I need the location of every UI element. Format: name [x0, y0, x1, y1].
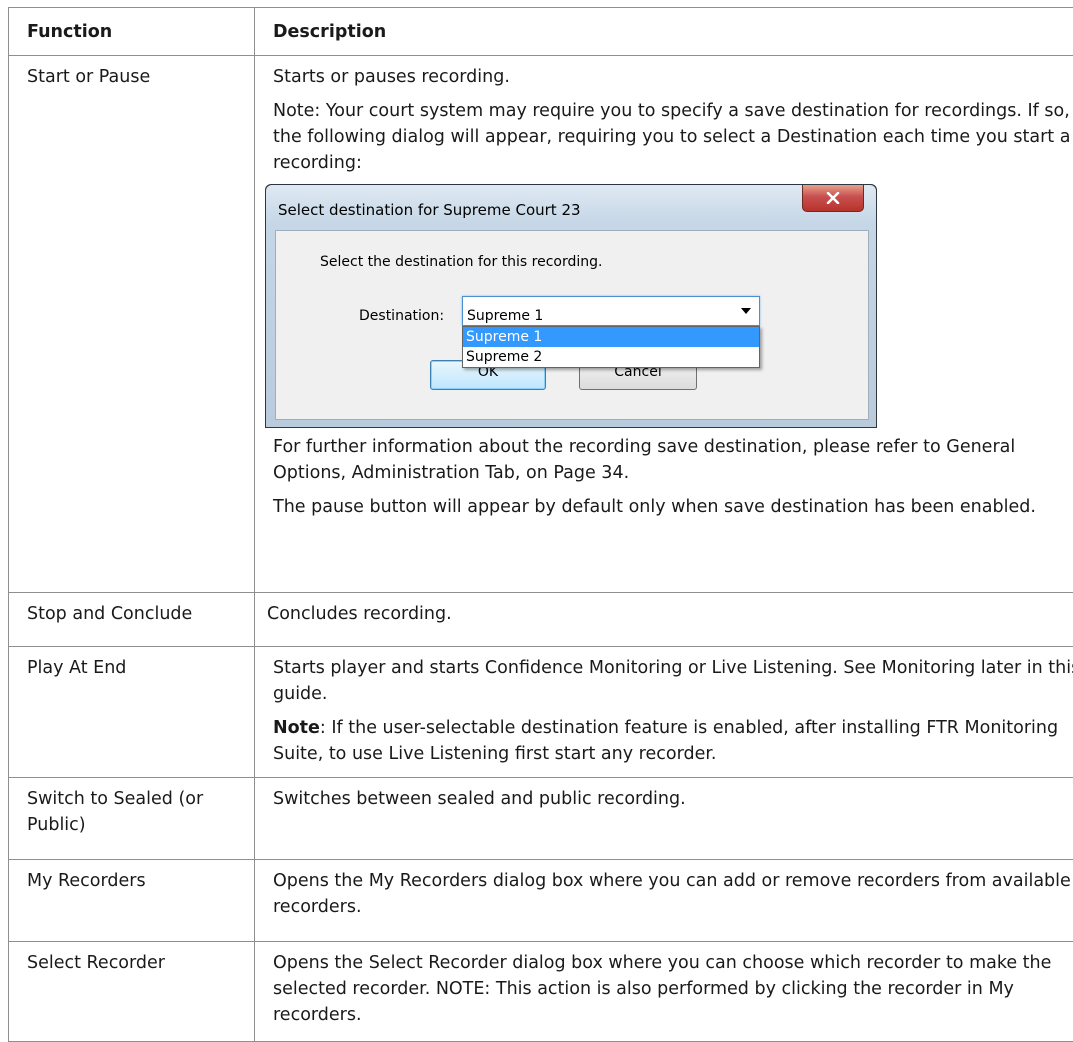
description-cell: Starts player and starts Confidence Moni…	[255, 647, 1073, 778]
close-button[interactable]	[802, 185, 864, 212]
table-row: Stop and Conclude Concludes recording.	[9, 593, 1073, 647]
description-text: Starts or pauses recording.	[273, 64, 1073, 90]
description-cell: Opens the My Recorders dialog box where …	[255, 860, 1073, 942]
function-cell: Select Recorder	[9, 942, 255, 1042]
function-cell: Switch to Sealed (or Public)	[9, 778, 255, 860]
destination-label: Destination:	[359, 303, 444, 329]
destination-select[interactable]: Supreme 1	[462, 296, 760, 326]
description-text: The pause button will appear by default …	[273, 494, 1073, 520]
table-row: Play At End Starts player and starts Con…	[9, 647, 1073, 778]
function-table: Function Description Start or Pause Star…	[8, 7, 1073, 1042]
description-cell: Starts or pauses recording. Note: Your c…	[255, 56, 1073, 593]
function-cell: Start or Pause	[9, 56, 255, 593]
destination-option[interactable]: Supreme 1	[463, 327, 759, 347]
function-cell: Play At End	[9, 647, 255, 778]
destination-option[interactable]: Supreme 2	[463, 347, 759, 367]
table-row: Start or Pause Starts or pauses recordin…	[9, 56, 1073, 593]
description-text: Concludes recording.	[267, 601, 1073, 627]
close-x-icon	[826, 192, 840, 204]
note-text: : If the user-selectable destination fea…	[273, 718, 1058, 764]
description-note: Note: Your court system may require you …	[273, 98, 1073, 176]
table-row: Switch to Sealed (or Public) Switches be…	[9, 778, 1073, 860]
table-row: Select Recorder Opens the Select Recorde…	[9, 942, 1073, 1042]
table-header-row: Function Description	[9, 8, 1073, 56]
dialog-title: Select destination for Supreme Court 23	[278, 197, 581, 223]
dialog-client-area: Select the destination for this recordin…	[275, 230, 869, 420]
destination-dropdown-list: Supreme 1 Supreme 2	[462, 326, 760, 368]
chevron-down-icon[interactable]	[741, 308, 751, 314]
header-function: Function	[9, 8, 255, 56]
function-cell: Stop and Conclude	[9, 593, 255, 647]
description-text: Starts player and starts Confidence Moni…	[273, 655, 1073, 707]
description-cell: Opens the Select Recorder dialog box whe…	[255, 942, 1073, 1042]
description-text: Opens the Select Recorder dialog box whe…	[273, 950, 1073, 1028]
table-row: My Recorders Opens the My Recorders dial…	[9, 860, 1073, 942]
description-cell: Concludes recording.	[255, 593, 1073, 647]
description-text: Opens the My Recorders dialog box where …	[273, 868, 1073, 920]
description-cell: Switches between sealed and public recor…	[255, 778, 1073, 860]
description-note: Note: If the user-selectable destination…	[273, 715, 1073, 767]
select-destination-dialog: Select destination for Supreme Court 23 …	[265, 184, 877, 428]
dialog-prompt: Select the destination for this recordin…	[320, 249, 602, 275]
description-text: Switches between sealed and public recor…	[273, 786, 1073, 812]
function-cell: My Recorders	[9, 860, 255, 942]
header-description: Description	[255, 8, 1073, 56]
note-label: Note	[273, 718, 320, 738]
description-text: For further information about the record…	[273, 434, 1073, 486]
